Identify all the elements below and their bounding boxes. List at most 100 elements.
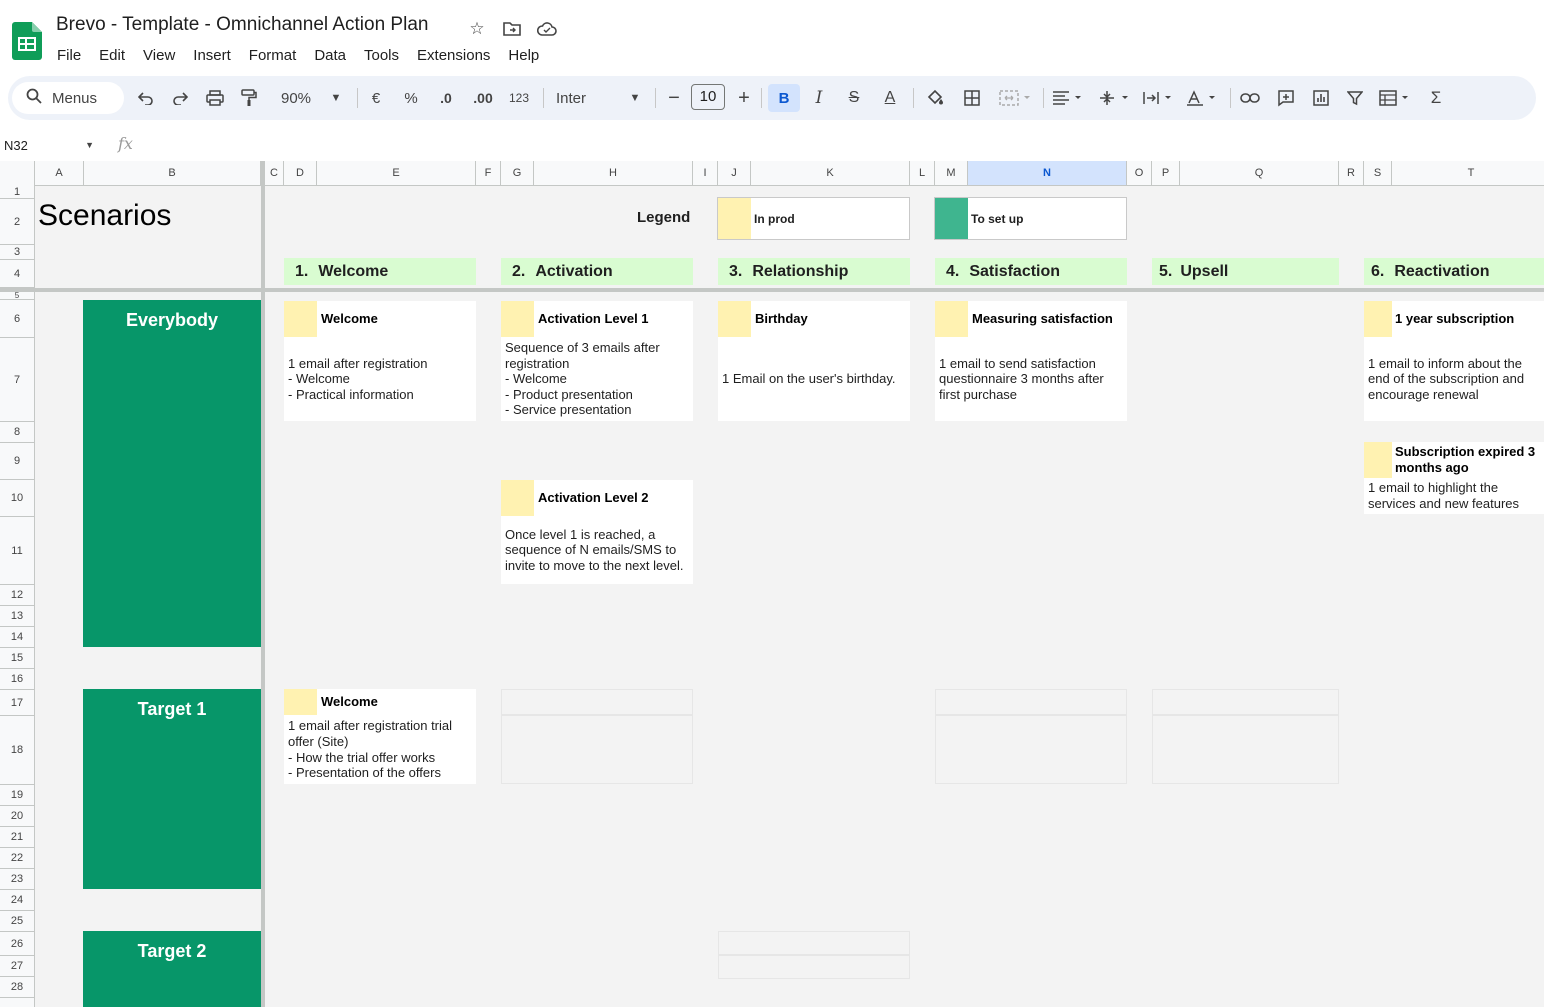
decrease-font-size-icon[interactable]: − (664, 84, 684, 112)
filter-icon[interactable] (1343, 84, 1367, 112)
row-header[interactable]: 25 (0, 911, 34, 932)
cloud-saved-icon[interactable] (536, 18, 558, 40)
insert-chart-icon[interactable] (1309, 84, 1333, 112)
column-header[interactable]: K (751, 161, 910, 185)
menu-help[interactable]: Help (499, 45, 548, 66)
menu-data[interactable]: Data (305, 45, 355, 66)
menu-format[interactable]: Format (240, 45, 306, 66)
column-header[interactable]: P (1152, 161, 1180, 185)
row-header[interactable]: 28 (0, 977, 34, 998)
column-header[interactable]: A (35, 161, 84, 185)
row-header[interactable]: 13 (0, 606, 34, 627)
column-header[interactable]: M (935, 161, 968, 185)
column-header-selected[interactable]: N (968, 161, 1127, 185)
functions-icon[interactable]: Σ (1424, 84, 1448, 112)
text-rotation-icon[interactable] (1184, 84, 1222, 112)
row-header[interactable]: 15 (0, 648, 34, 669)
row-header[interactable]: 21 (0, 827, 34, 848)
print-icon[interactable] (203, 84, 227, 112)
undo-icon[interactable] (134, 84, 158, 112)
column-header[interactable]: O (1127, 161, 1152, 185)
row-header[interactable]: 18 (0, 716, 34, 785)
percent-format-button[interactable]: % (401, 84, 421, 112)
row-header[interactable]: 5 (0, 291, 34, 300)
font-size-input[interactable]: 10 (691, 84, 725, 110)
column-header[interactable]: Q (1180, 161, 1339, 185)
menu-tools[interactable]: Tools (355, 45, 408, 66)
filter-views-icon[interactable] (1377, 84, 1415, 112)
fill-color-icon[interactable] (923, 84, 947, 112)
column-header[interactable]: D (284, 161, 317, 185)
menu-view[interactable]: View (134, 45, 184, 66)
column-header[interactable]: L (910, 161, 935, 185)
borders-icon[interactable] (960, 84, 984, 112)
name-box[interactable]: N32 ▼ (4, 136, 94, 154)
column-header[interactable]: G (501, 161, 534, 185)
zoom-select[interactable]: 90% (274, 84, 318, 112)
row-header[interactable]: 24 (0, 890, 34, 911)
row-header[interactable]: 11 (0, 517, 34, 585)
row-header[interactable]: 9 (0, 443, 34, 480)
column-header[interactable]: I (693, 161, 718, 185)
column-header[interactable]: J (718, 161, 751, 185)
row-header[interactable]: 12 (0, 585, 34, 606)
row-header[interactable]: 23 (0, 869, 34, 890)
row-header[interactable]: 4 (0, 260, 34, 288)
column-header[interactable]: T (1392, 161, 1544, 185)
merge-cells-icon[interactable] (996, 84, 1036, 112)
italic-button[interactable]: I (808, 84, 830, 112)
text-color-button[interactable]: A (877, 84, 903, 112)
column-header[interactable]: R (1339, 161, 1364, 185)
sheets-logo-icon[interactable] (12, 22, 42, 60)
redo-icon[interactable] (168, 84, 192, 112)
increase-decimal-button[interactable]: .00 (469, 84, 497, 112)
row-header[interactable]: 1 (0, 185, 34, 199)
select-all-corner[interactable] (0, 161, 35, 185)
font-dropdown-icon[interactable]: ▼ (625, 84, 645, 112)
paint-format-icon[interactable] (237, 84, 261, 112)
row-header[interactable]: 2 (0, 199, 34, 245)
menu-file[interactable]: File (48, 45, 90, 66)
row-header[interactable]: 10 (0, 480, 34, 517)
row-header[interactable]: 7 (0, 338, 34, 422)
name-box-dropdown-icon[interactable]: ▼ (85, 140, 94, 150)
decrease-decimal-button[interactable]: .0 (434, 84, 458, 112)
row-header[interactable]: 8 (0, 422, 34, 443)
search-menus-button[interactable]: Menus (12, 82, 124, 114)
row-header[interactable]: 17 (0, 690, 34, 716)
increase-font-size-icon[interactable]: + (734, 84, 754, 112)
document-title[interactable]: Brevo - Template - Omnichannel Action Pl… (56, 14, 428, 36)
row-header[interactable]: 27 (0, 956, 34, 977)
formula-input[interactable] (140, 132, 1540, 156)
column-header[interactable]: F (476, 161, 501, 185)
strikethrough-button[interactable]: S (843, 84, 865, 112)
horizontal-align-icon[interactable] (1051, 84, 1087, 112)
zoom-dropdown-icon[interactable]: ▼ (326, 84, 346, 112)
bold-button[interactable]: B (768, 84, 800, 112)
row-header[interactable]: 26 (0, 932, 34, 956)
column-header[interactable]: E (317, 161, 476, 185)
row-header[interactable]: 20 (0, 806, 34, 827)
row-header[interactable]: 3 (0, 245, 34, 260)
more-formats-button[interactable]: 123 (505, 84, 533, 112)
column-header[interactable]: H (534, 161, 693, 185)
star-icon[interactable]: ☆ (466, 18, 488, 40)
insert-comment-icon[interactable] (1274, 84, 1298, 112)
row-header[interactable]: 22 (0, 848, 34, 869)
row-header[interactable]: 19 (0, 785, 34, 806)
menu-extensions[interactable]: Extensions (408, 45, 499, 66)
row-header[interactable]: 14 (0, 627, 34, 648)
frozen-row-divider[interactable] (0, 288, 1544, 292)
column-header[interactable]: C (265, 161, 284, 185)
text-wrapping-icon[interactable] (1141, 84, 1177, 112)
move-folder-icon[interactable] (501, 18, 523, 40)
insert-link-icon[interactable] (1238, 84, 1262, 112)
menu-edit[interactable]: Edit (90, 45, 134, 66)
row-header[interactable]: 6 (0, 300, 34, 338)
column-header[interactable]: B (84, 161, 261, 185)
vertical-align-icon[interactable] (1098, 84, 1134, 112)
menu-insert[interactable]: Insert (184, 45, 240, 66)
row-header[interactable]: 16 (0, 669, 34, 690)
currency-format-button[interactable]: € (366, 84, 386, 112)
font-family-select[interactable]: Inter (556, 84, 596, 112)
